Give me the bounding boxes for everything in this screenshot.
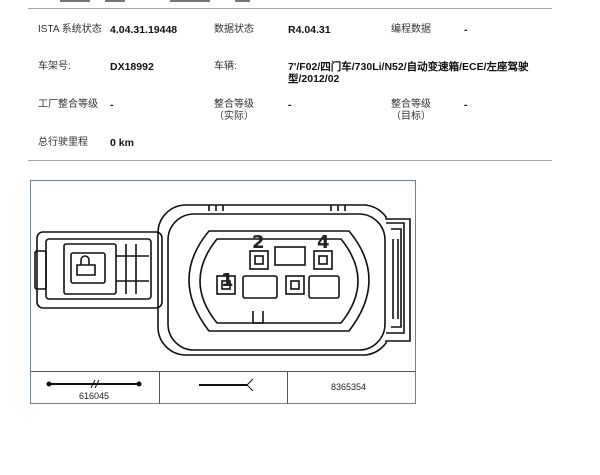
connector-part-number: 8365354 [331,382,367,392]
center-slot-right [308,275,340,299]
pin-4 [313,250,333,270]
front-cavity [188,230,370,332]
chassis-value: DX18992 [110,61,154,73]
mileage-value: 0 km [110,137,134,149]
center-slot-left [242,275,278,299]
factory-level-value: - [110,99,114,111]
target-level-value: - [464,99,468,111]
front-housing-outer [157,204,411,356]
legend-cable-cell: 616045 [31,372,160,404]
legend-part-cell: 8365354 [287,372,415,404]
ista-status-value: 4.04.31.19448 [110,24,178,36]
ista-status-label: ISTA 系统状态 [38,24,102,35]
wire-end-icon [199,378,254,392]
programming-data-value: - [464,24,468,36]
cable-part-number: 616045 [79,391,110,401]
side-connector-latch [63,243,117,295]
actual-level-value: - [288,99,292,111]
factory-level-label: 工厂整合等级 [38,99,98,110]
data-status-value: R4.04.31 [288,24,331,36]
legend-wire-cell [159,372,288,404]
data-status-label: 数据状态 [214,24,254,35]
actual-level-label: 整合等级 （实际） [214,99,254,122]
pin-2 [249,250,269,270]
vehicle-value: 7'/F02/四门车/730Li/N52/自动变速箱/ECE/左座驾驶型/201… [288,61,529,85]
top-cropped-text [60,0,260,3]
programming-data-label: 编程数据 [391,24,431,35]
legend-strip: 616045 8365354 [31,371,415,404]
connector-diagram: 1 2 4 616045 8365354 [30,180,416,404]
pin-label-2: 2 [252,232,265,253]
vehicle-label: 车辆: [214,61,237,72]
section-divider [28,160,552,161]
target-level-label: 整合等级 （目标） [391,99,431,122]
pin-3 [285,275,305,295]
chassis-label: 车架号: [38,61,71,72]
pin-label-1: 1 [221,270,234,291]
pin-label-4: 4 [317,232,330,253]
center-slot-top [274,246,306,266]
mileage-label: 总行驶里程 [38,137,88,148]
top-divider [28,8,552,9]
